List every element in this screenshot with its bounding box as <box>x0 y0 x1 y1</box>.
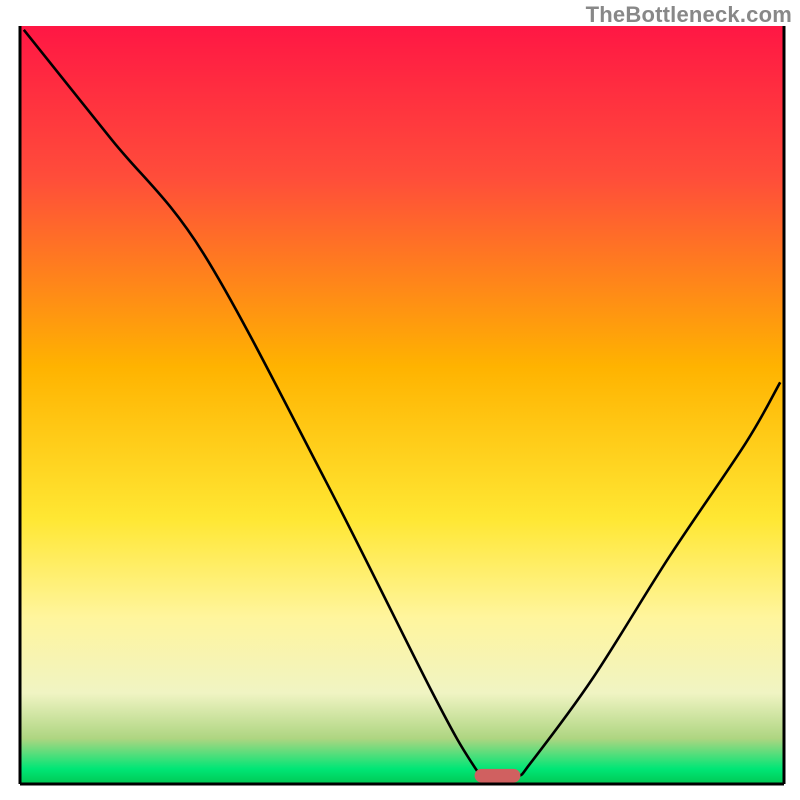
watermark-text: TheBottleneck.com <box>586 2 792 28</box>
bottleneck-chart: TheBottleneck.com <box>0 0 800 800</box>
chart-svg <box>0 0 800 800</box>
plot-background <box>20 26 784 784</box>
optimal-marker <box>475 769 521 783</box>
